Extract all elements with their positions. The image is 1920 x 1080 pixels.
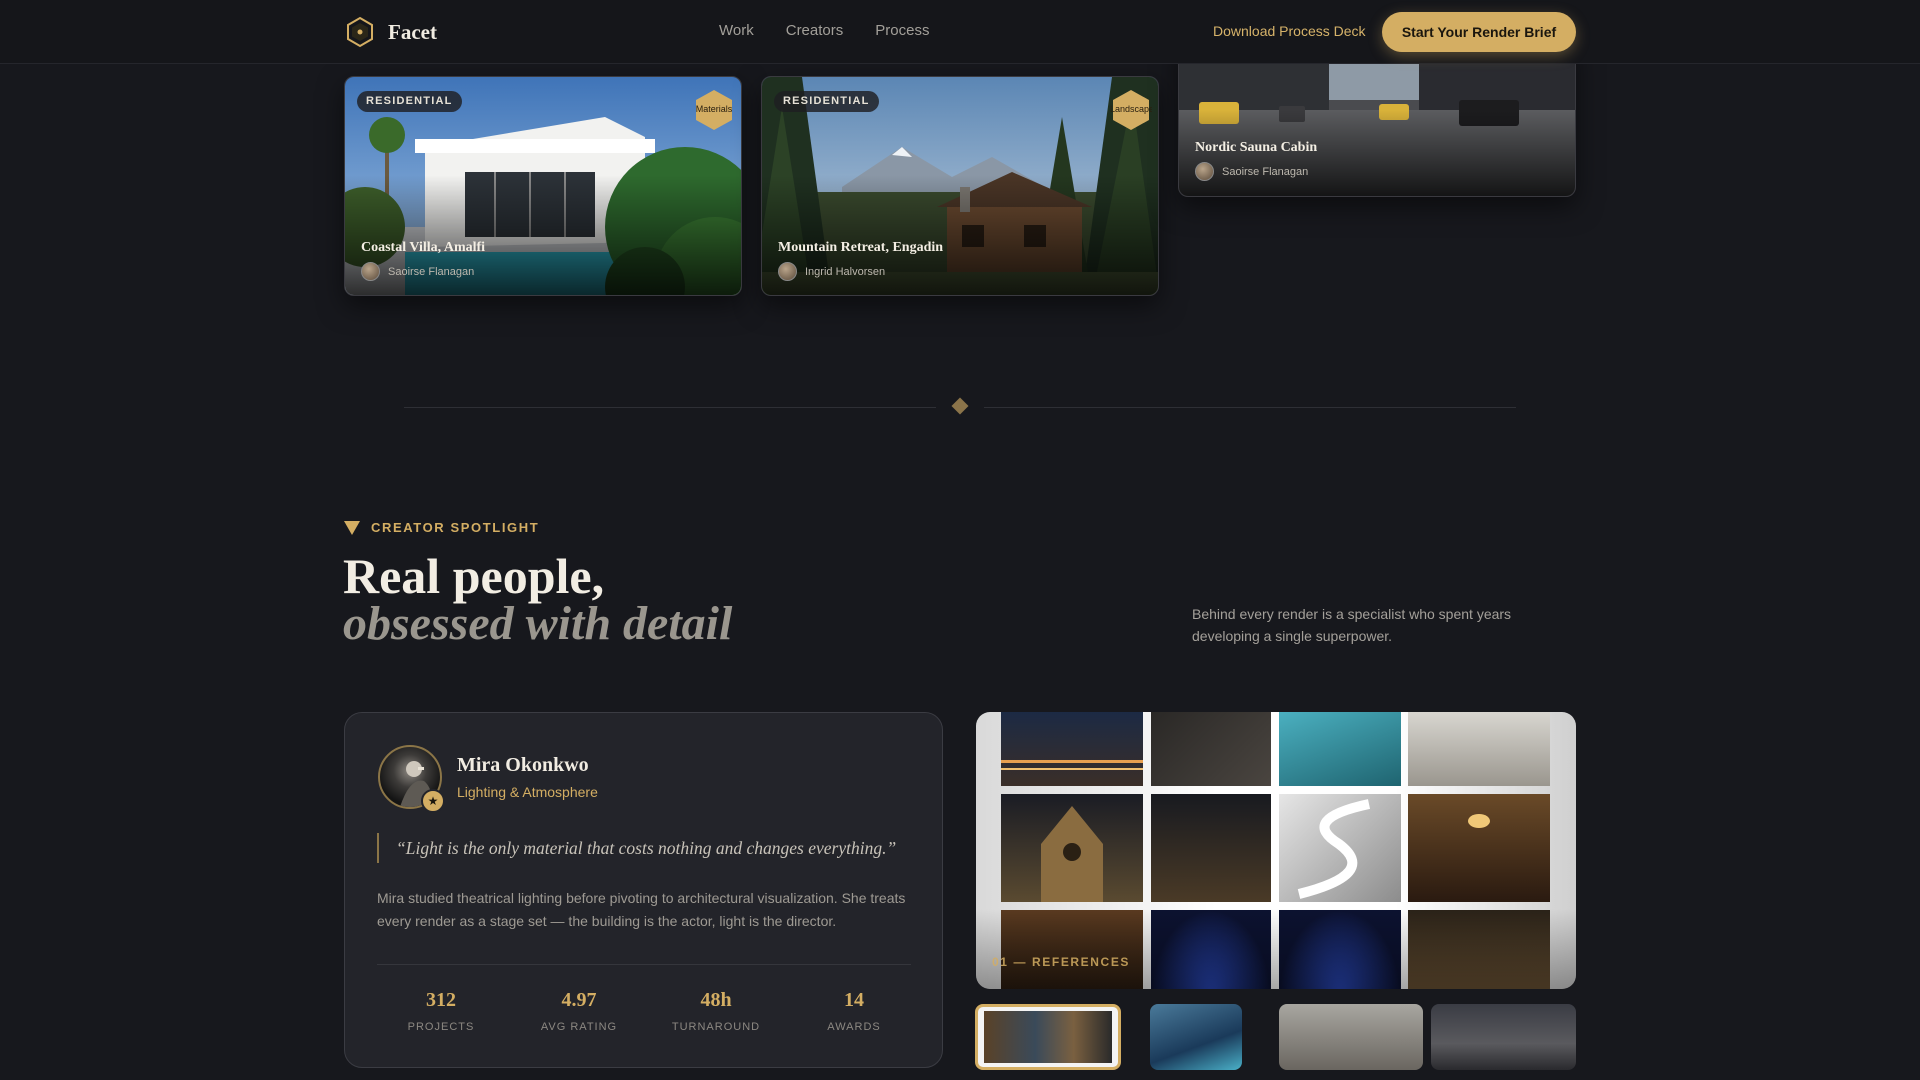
category-tag: RESIDENTIAL — [357, 91, 462, 112]
section-subheading: obsessed with detail — [343, 597, 733, 650]
nav-link-creators[interactable]: Creators — [786, 22, 844, 39]
stat-turnaround: 48h TURNAROUND — [671, 989, 761, 1033]
project-card-coastal-villa[interactable]: RESIDENTIAL Materials Coastal Villa, Ama… — [344, 76, 742, 296]
stat-awards: 14 AWARDS — [827, 989, 881, 1033]
reference-image — [1408, 712, 1550, 786]
nav-link-work[interactable]: Work — [719, 22, 754, 39]
reference-image — [1279, 794, 1401, 902]
hexagon-logo-icon — [347, 16, 373, 48]
creator-role: Lighting & Atmosphere — [457, 784, 598, 800]
landscape-badge: Landscape — [1110, 89, 1152, 131]
section-intro: Behind every render is a specialist who … — [1192, 606, 1512, 644]
section-eyebrow: CREATOR SPOTLIGHT — [344, 520, 539, 535]
reference-image — [1151, 712, 1271, 786]
reference-image — [1001, 794, 1143, 902]
gallery-thumb-3[interactable] — [1279, 1004, 1423, 1070]
stat-projects: 312 PROJECTS — [407, 989, 475, 1033]
creator-quote: “Light is the only material that costs n… — [377, 833, 917, 863]
project-author: Saoirse Flanagan — [361, 262, 474, 281]
reference-gallery[interactable]: 01 — REFERENCES — [976, 712, 1576, 989]
brand-name: Facet — [388, 19, 437, 44]
project-author: Ingrid Halvorsen — [778, 262, 885, 281]
top-nav: Facet Work Creators Process Download Pro… — [0, 0, 1920, 64]
gallery-thumb-2[interactable] — [1150, 1004, 1242, 1070]
project-title: Nordic Sauna Cabin — [1195, 140, 1318, 155]
gallery-thumb-4[interactable] — [1431, 1004, 1576, 1070]
stat-avg-rating: 4.97 AVG RATING — [540, 989, 618, 1033]
project-title: Coastal Villa, Amalfi — [361, 240, 486, 255]
triangle-icon — [344, 520, 360, 535]
materials-badge: Materials — [693, 89, 735, 131]
divider — [377, 964, 911, 965]
download-process-deck-link[interactable]: Download Process Deck — [1213, 23, 1366, 39]
section-divider-right — [984, 407, 1516, 408]
gallery-caption: 01 — REFERENCES — [992, 955, 1131, 969]
reference-image — [1151, 794, 1271, 902]
nav-link-process[interactable]: Process — [875, 22, 929, 39]
start-render-brief-button[interactable]: Start Your Render Brief — [1382, 12, 1576, 52]
divider-diamond-icon — [951, 397, 969, 415]
project-card-mountain-retreat[interactable]: RESIDENTIAL Landscape Mountain Retreat, … — [761, 76, 1159, 296]
reference-image — [1279, 712, 1401, 786]
project-author: Saoirse Flanagan — [1195, 162, 1308, 181]
creator-card: ★ Mira Okonkwo Lighting & Atmosphere “Li… — [344, 712, 943, 1068]
avatar — [361, 262, 380, 281]
avatar — [778, 262, 797, 281]
brand-logo[interactable]: Facet — [344, 16, 437, 48]
creator-name: Mira Okonkwo — [457, 754, 589, 776]
reference-image — [1001, 712, 1143, 786]
gallery-thumb-1[interactable] — [975, 1004, 1121, 1070]
nav-links: Work Creators Process — [719, 22, 929, 39]
verified-star-icon: ★ — [421, 789, 445, 813]
section-divider-left — [404, 407, 936, 408]
category-tag: RESIDENTIAL — [774, 91, 879, 112]
creator-bio: Mira studied theatrical lighting before … — [377, 890, 906, 929]
project-title: Mountain Retreat, Engadin — [778, 240, 944, 255]
reference-image — [1408, 794, 1550, 902]
avatar — [1195, 162, 1214, 181]
